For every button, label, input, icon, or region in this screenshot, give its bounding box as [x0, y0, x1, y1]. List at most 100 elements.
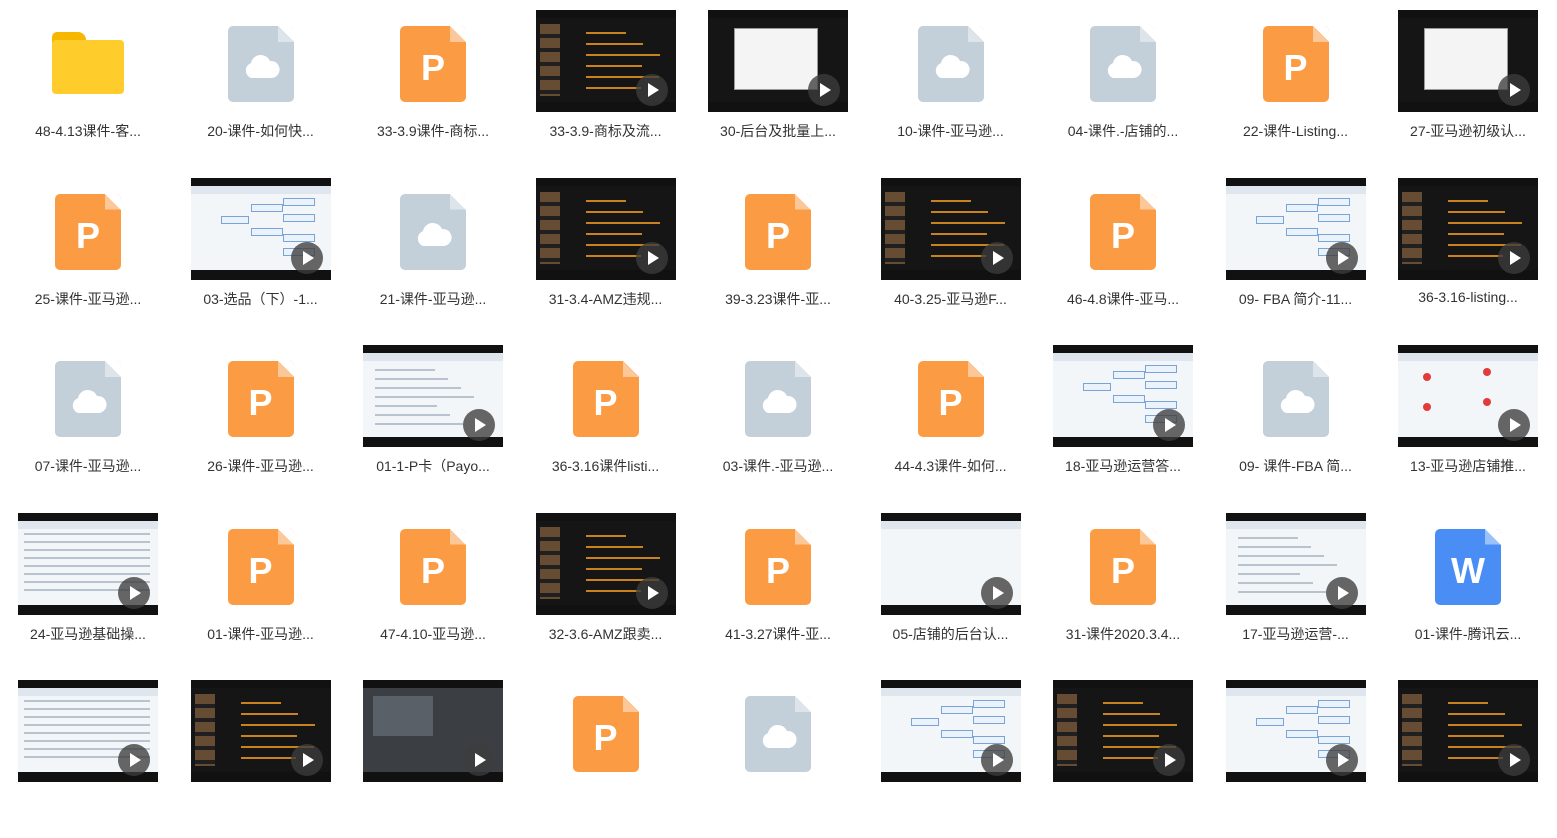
- file-thumbnail[interactable]: P: [708, 513, 848, 615]
- file-tile[interactable]: 03-课件.-亚马逊...: [692, 335, 864, 503]
- file-tile[interactable]: 17-亚马逊运营-...: [1210, 503, 1382, 671]
- file-thumbnail[interactable]: [18, 345, 158, 447]
- file-thumbnail[interactable]: P: [363, 513, 503, 615]
- file-thumbnail[interactable]: P: [536, 345, 676, 447]
- file-tile[interactable]: 30-后台及批量上...: [692, 0, 864, 168]
- file-tile[interactable]: 33-3.9-商标及流...: [520, 0, 692, 168]
- file-tile[interactable]: P 01-课件-亚马逊...: [175, 503, 347, 671]
- video-thumbnail[interactable]: [190, 680, 331, 782]
- video-thumbnail[interactable]: [880, 177, 1021, 280]
- video-thumbnail[interactable]: [18, 680, 158, 782]
- file-tile[interactable]: P 31-课件2020.3.4...: [1037, 503, 1209, 671]
- video-thumbnail[interactable]: [18, 512, 158, 615]
- play-icon[interactable]: [1498, 74, 1530, 106]
- file-tile[interactable]: 09- FBA 简介-11...: [1210, 168, 1382, 336]
- file-tile[interactable]: 07-课件-亚马逊...: [2, 335, 174, 503]
- file-tile[interactable]: [1037, 670, 1209, 838]
- play-icon[interactable]: [980, 241, 1013, 274]
- file-tile[interactable]: [692, 670, 864, 838]
- file-thumbnail[interactable]: W: [1398, 513, 1538, 615]
- file-thumbnail[interactable]: [708, 345, 848, 447]
- file-tile[interactable]: 20-课件-如何快...: [175, 0, 347, 168]
- video-thumbnail[interactable]: [535, 177, 676, 280]
- play-icon[interactable]: [635, 576, 668, 609]
- file-tile[interactable]: [1382, 670, 1554, 838]
- file-tile[interactable]: 05-店铺的后台认...: [865, 503, 1037, 671]
- file-thumbnail[interactable]: P: [1053, 513, 1193, 615]
- file-tile[interactable]: 31-3.4-AMZ违规...: [520, 168, 692, 336]
- video-thumbnail[interactable]: [1225, 177, 1366, 280]
- video-thumbnail[interactable]: [880, 680, 1021, 782]
- video-thumbnail[interactable]: [1398, 680, 1538, 782]
- file-tile[interactable]: 32-3.6-AMZ跟卖...: [520, 503, 692, 671]
- file-tile[interactable]: 21-课件-亚马逊...: [347, 168, 519, 336]
- video-thumbnail[interactable]: [535, 10, 676, 112]
- file-tile[interactable]: P 25-课件-亚马逊...: [2, 168, 174, 336]
- play-icon[interactable]: [118, 576, 150, 609]
- video-thumbnail[interactable]: [1053, 680, 1193, 782]
- file-thumbnail[interactable]: [1053, 10, 1193, 112]
- play-icon[interactable]: [1325, 576, 1358, 609]
- play-icon[interactable]: [980, 576, 1013, 609]
- play-icon[interactable]: [980, 744, 1013, 776]
- play-icon[interactable]: [635, 74, 668, 106]
- file-tile[interactable]: [1210, 670, 1382, 838]
- file-thumbnail[interactable]: P: [363, 10, 503, 112]
- play-icon[interactable]: [635, 241, 668, 274]
- file-thumbnail[interactable]: [191, 10, 331, 112]
- video-thumbnail[interactable]: [1398, 10, 1538, 112]
- play-icon[interactable]: [1325, 241, 1358, 274]
- file-tile[interactable]: P 46-4.8课件-亚马...: [1037, 168, 1209, 336]
- file-tile[interactable]: P 41-3.27课件-亚...: [692, 503, 864, 671]
- file-thumbnail[interactable]: [18, 10, 158, 112]
- file-tile[interactable]: P 36-3.16课件listi...: [520, 335, 692, 503]
- file-tile[interactable]: [175, 670, 347, 838]
- file-thumbnail[interactable]: [881, 10, 1021, 112]
- file-tile[interactable]: P 44-4.3课件-如何...: [865, 335, 1037, 503]
- file-thumbnail[interactable]: P: [1053, 178, 1193, 280]
- file-thumbnail[interactable]: P: [191, 345, 331, 447]
- play-icon[interactable]: [1498, 744, 1530, 776]
- file-thumbnail[interactable]: [708, 680, 848, 782]
- file-tile[interactable]: 27-亚马逊初级认...: [1382, 0, 1554, 168]
- file-tile[interactable]: P 39-3.23课件-亚...: [692, 168, 864, 336]
- video-thumbnail[interactable]: [535, 512, 676, 615]
- play-icon[interactable]: [808, 74, 840, 106]
- file-tile[interactable]: 40-3.25-亚马逊F...: [865, 168, 1037, 336]
- file-tile[interactable]: [347, 670, 519, 838]
- video-thumbnail[interactable]: [190, 177, 331, 280]
- file-tile[interactable]: [2, 670, 174, 838]
- play-icon[interactable]: [1498, 409, 1530, 441]
- file-tile[interactable]: 09- 课件-FBA 简...: [1210, 335, 1382, 503]
- file-tile[interactable]: 13-亚马逊店铺推...: [1382, 335, 1554, 503]
- video-thumbnail[interactable]: [880, 512, 1021, 615]
- play-icon[interactable]: [1153, 409, 1185, 441]
- play-icon[interactable]: [290, 241, 323, 274]
- play-icon[interactable]: [1498, 241, 1530, 274]
- video-thumbnail[interactable]: [1053, 345, 1193, 447]
- video-thumbnail[interactable]: [363, 680, 503, 782]
- file-tile[interactable]: 36-3.16-listing...: [1382, 168, 1554, 336]
- play-icon[interactable]: [118, 744, 150, 776]
- video-thumbnail[interactable]: [1398, 177, 1538, 280]
- file-thumbnail[interactable]: P: [708, 178, 848, 280]
- file-thumbnail[interactable]: P: [1226, 10, 1366, 112]
- file-tile[interactable]: P 33-3.9课件-商标...: [347, 0, 519, 168]
- file-thumbnail[interactable]: P: [18, 178, 158, 280]
- file-tile[interactable]: P 47-4.10-亚马逊...: [347, 503, 519, 671]
- file-tile[interactable]: P: [520, 670, 692, 838]
- file-thumbnail[interactable]: P: [881, 345, 1021, 447]
- play-icon[interactable]: [1325, 744, 1358, 776]
- file-tile[interactable]: P 22-课件-Listing...: [1210, 0, 1382, 168]
- play-icon[interactable]: [290, 744, 323, 776]
- file-tile[interactable]: 48-4.13课件-客...: [2, 0, 174, 168]
- file-thumbnail[interactable]: P: [191, 513, 331, 615]
- file-tile[interactable]: W 01-课件-腾讯云...: [1382, 503, 1554, 671]
- file-thumbnail[interactable]: [1226, 345, 1366, 447]
- file-thumbnail[interactable]: P: [536, 680, 676, 782]
- file-tile[interactable]: 24-亚马逊基础操...: [2, 503, 174, 671]
- video-thumbnail[interactable]: [1225, 680, 1366, 782]
- video-thumbnail[interactable]: [363, 345, 503, 447]
- video-thumbnail[interactable]: [1398, 345, 1538, 447]
- file-tile[interactable]: 18-亚马逊运营答...: [1037, 335, 1209, 503]
